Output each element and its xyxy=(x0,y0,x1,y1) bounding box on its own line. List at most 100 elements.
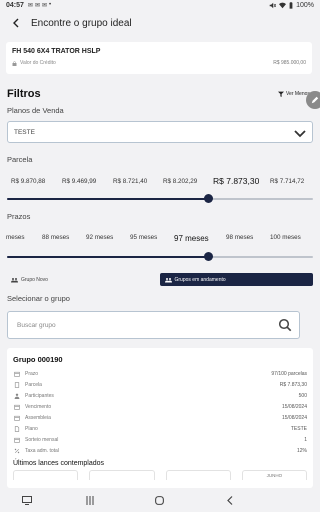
slider-thumb[interactable] xyxy=(204,194,214,203)
receipt-icon xyxy=(13,382,20,389)
info-row-assembleia: Assembleia 15/08/2024 xyxy=(13,413,307,424)
prazo-option-selected[interactable]: 97 meses xyxy=(174,234,209,243)
info-value: 15/08/2024 xyxy=(281,404,307,411)
dot-icon: • xyxy=(49,2,52,8)
calendar-icon xyxy=(13,371,20,378)
search-icon[interactable] xyxy=(278,318,292,332)
info-label: Parcela xyxy=(25,382,42,389)
ver-menos-button[interactable]: Ver Menos xyxy=(278,91,310,97)
lances-title: Últimos lances contemplados xyxy=(13,460,105,468)
parcela-option-selected[interactable]: R$ 7.873,30 xyxy=(213,176,259,186)
info-row-parcela: Parcela R$ 7.873,30 xyxy=(13,380,307,391)
calendar-icon xyxy=(13,436,20,443)
info-label: Plano xyxy=(25,425,38,432)
plano-select[interactable]: TESTE xyxy=(7,121,313,143)
mail-icon: ✉ xyxy=(27,3,33,9)
notification-icons: ✉ ✉ ✉ • xyxy=(28,2,51,9)
person-icon xyxy=(13,393,20,400)
info-row-sorteio: Sorteio mensal 1 xyxy=(13,434,307,445)
prazo-option[interactable]: 98 meses xyxy=(226,234,253,241)
prazo-option[interactable]: 95 meses xyxy=(130,234,157,241)
group-type-toggle: Grupo Novo Grupos em andamento xyxy=(7,273,313,286)
info-value: 500 xyxy=(298,393,307,400)
home-icon xyxy=(155,496,164,505)
filters-title: Filtros xyxy=(7,88,41,100)
grupos-andamento-label: Grupos em andamento xyxy=(174,276,226,283)
prazo-option[interactable]: 92 meses xyxy=(86,234,113,241)
search-input[interactable]: Buscar grupo xyxy=(7,311,300,339)
info-value: 15/08/2024 xyxy=(281,415,307,421)
battery-level: 100% xyxy=(296,2,314,9)
group-icon xyxy=(164,277,172,282)
info-value: R$ 7.873,30 xyxy=(279,382,307,389)
back-arrow-icon xyxy=(13,18,19,28)
lance-box xyxy=(89,470,155,481)
info-label: Taxa adm. total xyxy=(25,447,59,454)
lance-box: JUNHO xyxy=(241,470,307,481)
edit-fab-button[interactable] xyxy=(306,91,320,109)
info-label: Prazo xyxy=(25,371,39,378)
parcela-options: R$ 9.870,88 R$ 9.469,99 R$ 8.721,40 R$ 8… xyxy=(0,171,320,191)
parcela-option[interactable]: R$ 8.202,29 xyxy=(163,178,197,185)
mail-icon: ✉ xyxy=(41,3,47,9)
system-nav-bar xyxy=(0,490,320,512)
info-value: TESTE xyxy=(290,425,307,432)
prazo-option[interactable]: 100 meses xyxy=(270,234,301,241)
vehicle-card: FH 540 6X4 TRATOR HSLP Valor do Crédito … xyxy=(6,42,312,74)
parcela-option[interactable]: R$ 9.469,99 xyxy=(62,178,96,185)
info-value: 12% xyxy=(296,447,307,454)
slider-fill xyxy=(7,256,209,258)
info-row-vencimento: Vencimento 15/08/2024 xyxy=(13,402,307,413)
prazo-option[interactable]: 88 meses xyxy=(42,234,69,241)
chevron-down-icon xyxy=(294,130,306,138)
parcela-option[interactable]: R$ 9.870,88 xyxy=(11,178,45,185)
slider-fill xyxy=(7,198,209,200)
prazos-label: Prazos xyxy=(7,212,31,221)
percent-icon xyxy=(13,447,20,454)
vehicle-name: FH 540 6X4 TRATOR HSLP xyxy=(12,48,101,55)
app-bar: Encontre o grupo ideal xyxy=(0,11,320,35)
parcela-option[interactable]: R$ 7.714,72 xyxy=(270,178,304,185)
info-label: Assembleia xyxy=(25,415,51,421)
prazo-option[interactable]: meses xyxy=(6,234,25,241)
recents-button[interactable] xyxy=(86,496,94,505)
info-value: 97/100 parcelas xyxy=(271,371,307,378)
back-button[interactable] xyxy=(9,16,23,30)
page-title: Encontre o grupo ideal xyxy=(31,17,132,29)
calendar-icon xyxy=(13,415,20,422)
credit-value: R$ 985.000,00 xyxy=(273,60,306,66)
filter-icon xyxy=(278,91,284,97)
lance-box xyxy=(13,470,79,481)
info-label: Sorteio mensal xyxy=(25,436,59,443)
calendar-icon xyxy=(13,404,20,411)
grupos-andamento-tab[interactable]: Grupos em andamento xyxy=(159,273,313,286)
battery-icon xyxy=(289,2,293,9)
info-row-participantes: Participantes 500 xyxy=(13,391,307,402)
wifi-icon xyxy=(279,2,287,9)
plano-label: Planos de Venda xyxy=(7,106,64,115)
info-row-prazo: Prazo 97/100 parcelas xyxy=(13,369,307,380)
home-button[interactable] xyxy=(155,496,164,505)
group-info-list: Prazo 97/100 parcelas Parcela R$ 7.873,3… xyxy=(13,369,307,456)
back-nav-button[interactable] xyxy=(226,496,234,505)
prazo-slider[interactable] xyxy=(7,252,313,261)
credit-label: Valor do Crédito xyxy=(20,60,56,66)
slider-thumb[interactable] xyxy=(204,252,214,261)
search-placeholder: Buscar grupo xyxy=(17,321,56,329)
lance-boxes: JUNHO xyxy=(13,470,307,481)
screenshot-icon xyxy=(22,496,32,505)
parcela-option[interactable]: R$ 8.721,40 xyxy=(113,178,147,185)
grupo-novo-tab[interactable]: Grupo Novo xyxy=(7,273,160,286)
info-row-plano: Plano TESTE xyxy=(13,423,307,434)
group-card[interactable]: Grupo 000190 Prazo 97/100 parcelas Parce… xyxy=(7,348,313,488)
status-time: 04:57 xyxy=(6,2,24,9)
grupo-novo-label: Grupo Novo xyxy=(21,276,48,283)
group-title: Grupo 000190 xyxy=(13,355,63,364)
back-nav-icon xyxy=(227,496,233,505)
mute-icon xyxy=(269,2,277,9)
info-row-taxa: Taxa adm. total 12% xyxy=(13,445,307,456)
parcela-slider[interactable] xyxy=(7,194,313,203)
grupo-label: Selecionar o grupo xyxy=(7,294,70,303)
lance-box xyxy=(165,470,231,481)
screenshot-button[interactable] xyxy=(22,496,32,505)
